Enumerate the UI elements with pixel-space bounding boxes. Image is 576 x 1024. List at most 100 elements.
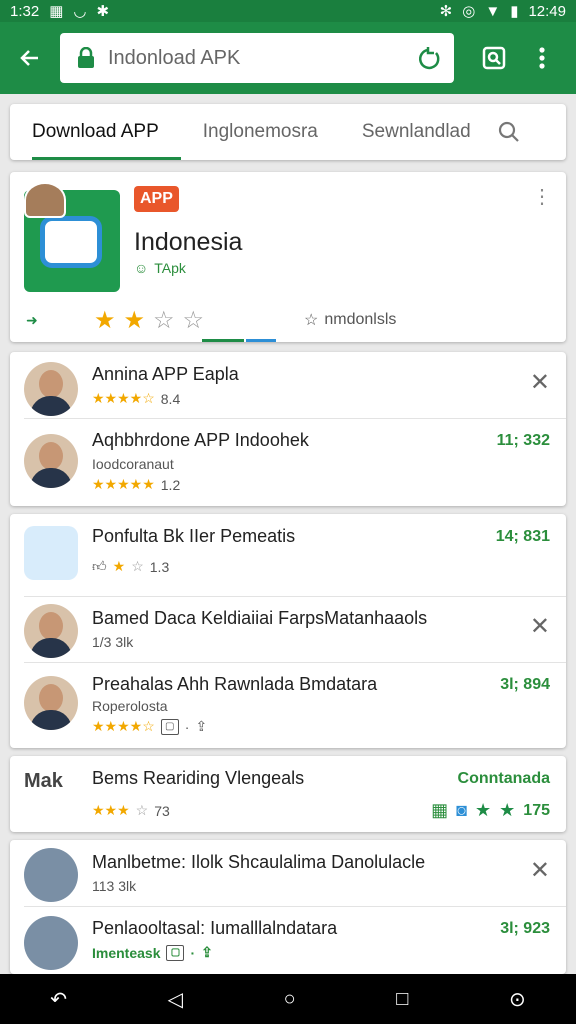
back-arrow-icon	[20, 50, 38, 66]
list-item[interactable]: Annina APP Eapla ★★★★☆ 8.4 ✕	[10, 352, 566, 418]
share-icon: ⇪	[195, 718, 208, 734]
copy-icon: ▢	[160, 718, 179, 735]
find-button[interactable]	[470, 22, 518, 94]
indicator-green	[202, 339, 244, 342]
close-icon[interactable]: ✕	[530, 612, 550, 641]
list-item[interactable]: Bamed Daca Keldiaiiai FarpsMatanhaaols 1…	[10, 596, 566, 662]
app-bar: Indonload APK	[0, 22, 576, 94]
app-logo	[24, 526, 78, 580]
status-bar: 1:32 ▦ ◡ ✱ ✻ ◎ ▼ ▮ 12:49	[0, 0, 576, 22]
item-meta: Imenteask ▢ · ⇪	[92, 944, 213, 961]
expand-arrow-icon[interactable]: ➜	[26, 312, 38, 329]
emoji-icon: ☺	[134, 260, 149, 276]
indicator-blue	[246, 339, 276, 342]
status-clock: 12:49	[528, 2, 566, 20]
overflow-menu-button[interactable]	[518, 22, 566, 94]
item-title: Annina APP Eapla	[92, 364, 239, 384]
copy-icon: ▢	[166, 944, 185, 961]
battery-icon: ▮	[510, 3, 519, 20]
search-icon[interactable]	[497, 120, 521, 144]
app-subtitle: ☺ TApk	[134, 260, 186, 276]
item-meta: ★★★ ☆ 73	[92, 802, 170, 819]
list-card-1: Annina APP Eapla ★★★★☆ 8.4 ✕ Aqhbhrdone A…	[10, 352, 566, 506]
home-icon[interactable]: ○	[284, 988, 296, 1011]
avatar	[24, 362, 78, 416]
signal-icon: ▦	[49, 3, 64, 20]
grid-icon[interactable]: ▦	[431, 800, 448, 821]
find-in-page-icon	[482, 46, 506, 70]
list-card-2: Ponfulta Bk IIer Pemeatis 👍︎ ★ ☆ 1.3 14; 83…	[10, 514, 566, 748]
close-icon[interactable]: ✕	[530, 856, 550, 885]
item-right: 3l; 923	[500, 920, 550, 937]
wifi-icon: ◡	[73, 3, 87, 20]
close-icon[interactable]: ✕	[530, 368, 550, 397]
assistant-icon[interactable]: ⊙	[509, 987, 526, 1012]
app-badge: APP	[134, 186, 179, 212]
item-title: Penlaooltasal: Iumalllalndatara	[92, 918, 338, 938]
item-title: Bamed Daca Keldiaiiai FarpsMatanhaaols	[92, 608, 428, 628]
star-icon[interactable]: ☆	[153, 306, 175, 335]
url-text: Indonload APK	[108, 46, 241, 69]
brand-logo: Mak	[24, 770, 63, 792]
url-bar[interactable]: Indonload APK	[60, 33, 454, 83]
app-hero-card[interactable]: APP Indonesia ☺ TApk ⋮ ➜ ★ ★ ☆ ☆ ☆ nmdonls…	[10, 172, 566, 342]
rating-stars[interactable]: ★ ★ ☆ ☆	[94, 306, 204, 335]
recents-icon[interactable]: □	[396, 988, 408, 1011]
wifi-signal-icon: ▼	[485, 2, 501, 20]
item-title: Manlbetme: Ilolk Shcaulalima Danolulacle	[92, 852, 426, 872]
star-outline-icon: ☆	[304, 312, 319, 329]
item-subtitle: Ioodcoranaut	[92, 456, 174, 472]
item-actions: ▦ ◙ ★ ★ 175	[431, 800, 550, 821]
item-title: Bems Reariding Vlengeals	[92, 768, 305, 788]
star-icon[interactable]: ☆	[183, 306, 205, 335]
more-vert-icon[interactable]: ⋮	[532, 187, 552, 207]
item-right: 11; 332	[496, 432, 550, 449]
reload-icon[interactable]	[416, 45, 442, 71]
camera-icon[interactable]: ◙	[456, 800, 467, 821]
puzzle-icon: ✱	[96, 3, 110, 20]
item-title: Aqhbhrdone APP Indoohek	[92, 430, 309, 450]
list-item[interactable]: Ponfulta Bk IIer Pemeatis 👍︎ ★ ☆ 1.3 14; 83…	[10, 514, 566, 596]
item-meta: ★★★★☆ ▢ · ⇪	[92, 718, 208, 735]
tab-second[interactable]: Inglonemosra	[181, 104, 340, 160]
dot-icon: ·	[184, 718, 190, 735]
lock-icon	[78, 47, 94, 68]
share-icon: ⇪	[201, 944, 213, 960]
back-triangle-icon[interactable]: ◁	[168, 987, 183, 1012]
dot-icon: ·	[190, 944, 196, 961]
item-rating: ★★★★☆ 8.4	[92, 390, 181, 407]
item-title: Ponfulta Bk IIer Pemeatis	[92, 526, 296, 546]
star-icon: ★	[475, 800, 492, 820]
gesture-back-icon[interactable]: ↶	[50, 987, 67, 1012]
back-button[interactable]	[0, 22, 60, 94]
list-item[interactable]: Preahalas Ahh Rawnlada Bmdatara Roperolo…	[10, 662, 566, 748]
list-card-4: Manlbetme: Ilolk Shcaulalima Danolulacle…	[10, 840, 566, 974]
tab-third[interactable]: Sewnlandlad	[340, 104, 493, 160]
system-nav-bar: ↶ ◁ ○ □ ⊙	[0, 974, 576, 1024]
avatar	[24, 434, 78, 488]
app-icon	[24, 916, 78, 970]
list-item[interactable]: Aqhbhrdone APP Indoohek Ioodcoranaut ★★★…	[10, 418, 566, 506]
app-name: Indonesia	[134, 228, 243, 256]
star-icon: ★	[499, 800, 516, 820]
app-icon	[24, 848, 78, 902]
tab-download-app[interactable]: Download APP	[10, 104, 181, 160]
avatar	[24, 676, 78, 730]
more-vert-icon	[539, 47, 545, 69]
list-item[interactable]: Penlaooltasal: Iumalllalndatara Imenteas…	[10, 906, 566, 974]
bluetooth-icon: ✻	[439, 3, 453, 20]
star-icon[interactable]: ★	[94, 306, 116, 335]
star-icon[interactable]: ★	[124, 306, 146, 335]
list-item[interactable]: Mak Bems Reariding Vlengeals ★★★ ☆ 73 Conn…	[10, 756, 566, 832]
item-title: Preahalas Ahh Rawnlada Bmdatara	[92, 674, 378, 694]
item-right: 3l; 894	[500, 676, 550, 693]
item-meta: 👍︎ ★ ☆ 1.3	[92, 558, 170, 575]
status-time: 1:32	[10, 2, 40, 20]
thumbs-up-icon: 👍︎	[92, 558, 107, 574]
list-item[interactable]: Manlbetme: Ilolk Shcaulalima Danolulacle…	[10, 840, 566, 906]
item-meta: 113 3lk	[92, 878, 137, 894]
list-card-3[interactable]: Mak Bems Reariding Vlengeals ★★★ ☆ 73 Conn…	[10, 756, 566, 832]
item-right: Conntanada	[457, 770, 550, 787]
thumbnail-image	[24, 182, 66, 218]
item-rating: ★★★★★ 1.2	[92, 476, 181, 493]
